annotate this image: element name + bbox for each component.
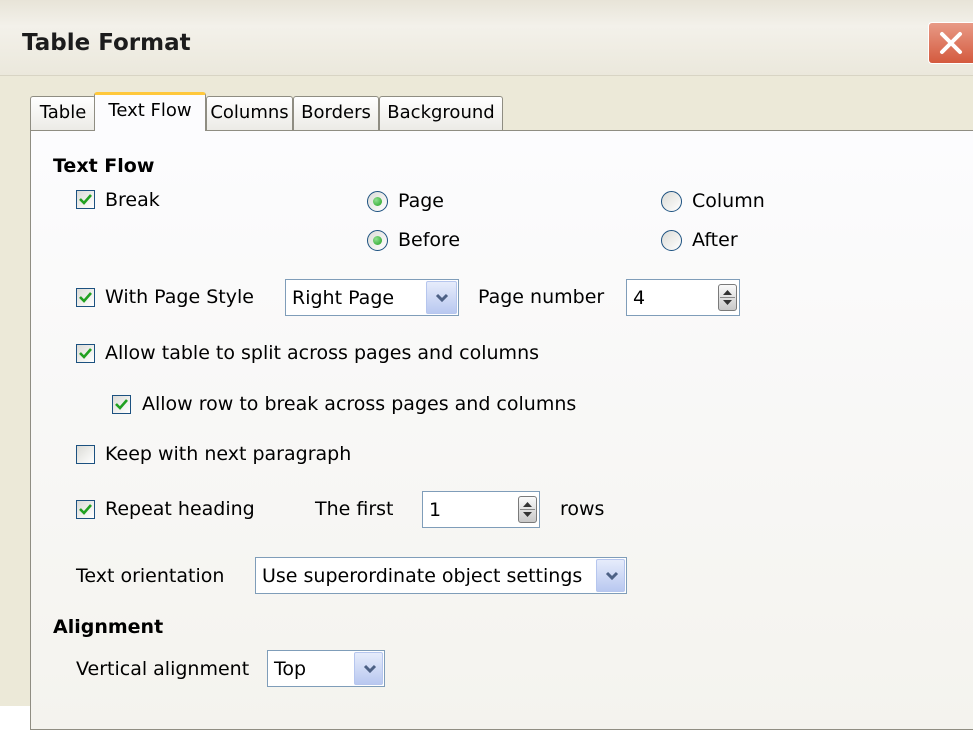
page-number-value: 4 — [633, 287, 646, 309]
repeat-rows-value: 1 — [429, 499, 442, 521]
page-number-spin-buttons[interactable] — [718, 284, 737, 311]
radio-dot — [373, 197, 382, 206]
tab-columns[interactable]: Columns — [206, 96, 293, 130]
page-style-dropdown-button[interactable] — [426, 281, 457, 314]
tab-text-flow[interactable]: Text Flow — [94, 92, 206, 131]
after-radio[interactable] — [661, 230, 682, 251]
column-radio-label: Column — [692, 190, 765, 212]
break-label: Break — [105, 189, 160, 211]
tab-borders[interactable]: Borders — [293, 96, 379, 130]
page-radio[interactable] — [367, 191, 388, 212]
title-bar: Table Format — [0, 0, 973, 76]
the-first-label: The first — [315, 498, 394, 520]
allow-split-checkbox[interactable] — [76, 344, 95, 363]
tab-background[interactable]: Background — [379, 96, 503, 130]
spin-arrows-icon — [720, 290, 735, 305]
vertical-alignment-dropdown[interactable]: Top — [267, 650, 385, 687]
page-number-spinner[interactable]: 4 — [626, 279, 740, 316]
check-icon — [79, 348, 92, 359]
table-format-dialog: Table Format Table Text Flow Columns Bor… — [0, 0, 973, 730]
page-style-dropdown[interactable]: Right Page — [285, 279, 459, 316]
rows-label: rows — [560, 498, 605, 520]
chevron-down-icon — [363, 664, 377, 674]
column-radio[interactable] — [661, 191, 682, 212]
check-icon — [115, 399, 128, 410]
text-orientation-dropdown-button[interactable] — [596, 559, 625, 592]
allow-row-break-label: Allow row to break across pages and colu… — [142, 393, 577, 415]
repeat-heading-label: Repeat heading — [105, 498, 255, 520]
break-checkbox[interactable] — [76, 190, 95, 209]
page-style-value: Right Page — [292, 287, 395, 309]
radio-dot — [373, 236, 382, 245]
repeat-rows-spinner[interactable]: 1 — [422, 491, 540, 528]
text-flow-panel — [30, 130, 973, 730]
keep-with-next-checkbox[interactable] — [76, 445, 95, 464]
vertical-alignment-value: Top — [274, 658, 307, 680]
with-page-style-label: With Page Style — [105, 286, 254, 308]
close-icon — [940, 32, 962, 54]
page-radio-label: Page — [398, 190, 444, 212]
before-radio[interactable] — [367, 230, 388, 251]
check-icon — [79, 194, 92, 205]
text-flow-header: Text Flow — [53, 155, 155, 177]
repeat-rows-spin-buttons[interactable] — [518, 496, 537, 523]
allow-row-break-checkbox[interactable] — [112, 395, 131, 414]
page-number-label: Page number — [478, 286, 605, 308]
spin-arrows-icon — [520, 502, 535, 517]
text-orientation-label: Text orientation — [76, 565, 225, 587]
after-radio-label: After — [692, 229, 738, 251]
close-button[interactable] — [928, 22, 973, 64]
allow-split-label: Allow table to split across pages and co… — [105, 342, 540, 364]
chevron-down-icon — [605, 571, 619, 581]
keep-with-next-label: Keep with next paragraph — [105, 443, 352, 465]
text-orientation-dropdown[interactable]: Use superordinate object settings — [255, 557, 627, 594]
vertical-alignment-label: Vertical alignment — [76, 658, 250, 680]
check-icon — [79, 504, 92, 515]
check-icon — [79, 292, 92, 303]
repeat-heading-checkbox[interactable] — [76, 500, 95, 519]
alignment-header: Alignment — [53, 616, 164, 638]
dialog-title: Table Format — [22, 30, 191, 56]
text-orientation-value: Use superordinate object settings — [262, 565, 583, 587]
tab-table[interactable]: Table — [30, 96, 96, 130]
chevron-down-icon — [435, 293, 449, 303]
before-radio-label: Before — [398, 229, 461, 251]
with-page-style-checkbox[interactable] — [76, 288, 95, 307]
vertical-alignment-dropdown-button[interactable] — [354, 652, 383, 685]
